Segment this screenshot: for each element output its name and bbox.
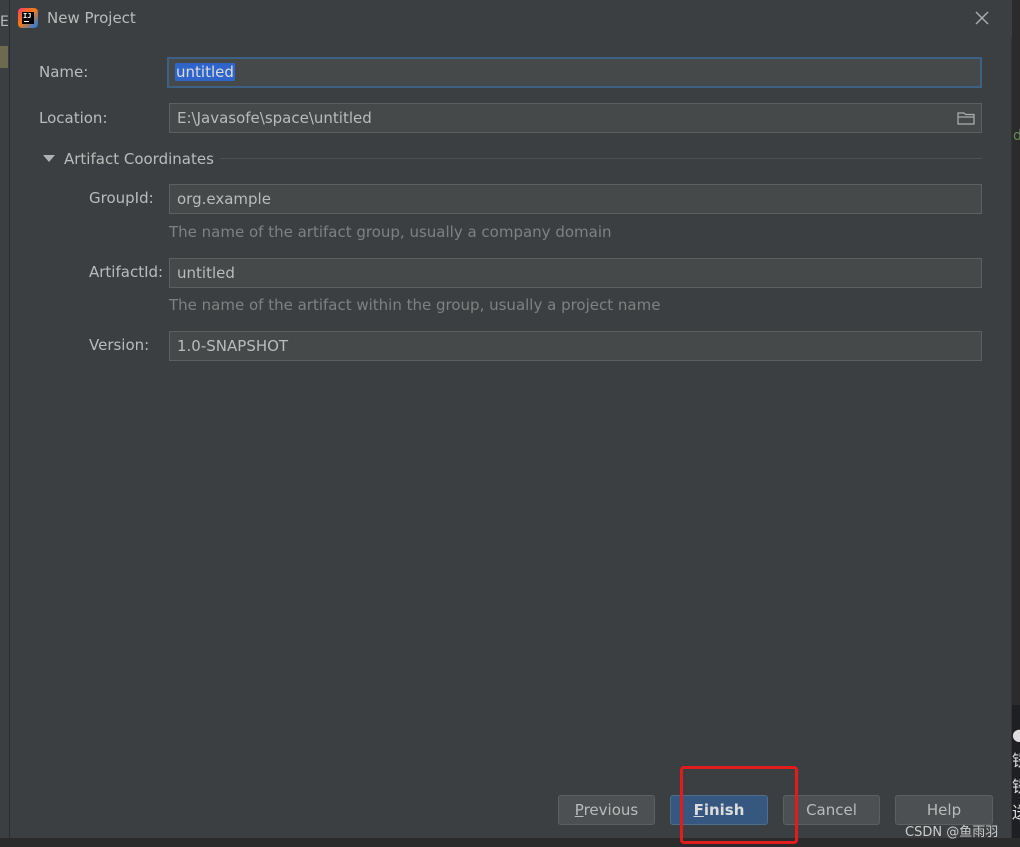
dialog-title-bar[interactable]: IJ New Project xyxy=(10,0,1012,37)
groupid-hint: The name of the artifact group, usually … xyxy=(169,223,612,241)
version-input[interactable]: 1.0-SNAPSHOT xyxy=(169,331,982,361)
version-value: 1.0-SNAPSHOT xyxy=(177,337,289,355)
groupid-value: org.example xyxy=(177,190,271,208)
new-project-dialog: IJ New Project Name: untitled Location: … xyxy=(10,0,1012,838)
artifactid-value: untitled xyxy=(177,264,235,282)
dialog-title: New Project xyxy=(47,9,136,27)
background-ide-text-fragment: ●锈锈送 xyxy=(1012,725,1020,822)
finish-button[interactable]: Finish xyxy=(670,795,768,825)
triangle-down-icon xyxy=(43,155,55,162)
background-ide-code-glyph: d xyxy=(1013,128,1020,144)
groupid-input[interactable]: org.example xyxy=(169,184,982,214)
version-label: Version: xyxy=(89,336,150,354)
csdn-watermark: CSDN @鱼雨羽 xyxy=(905,825,999,840)
background-ide-glyph: Е xyxy=(0,14,9,30)
cancel-button[interactable]: Cancel xyxy=(783,795,880,825)
artifactid-input[interactable]: untitled xyxy=(169,258,982,288)
artifactid-label: ArtifactId: xyxy=(89,263,164,281)
close-icon xyxy=(975,11,989,25)
location-label: Location: xyxy=(39,109,108,127)
section-divider xyxy=(220,158,982,159)
name-label: Name: xyxy=(39,63,89,81)
section-title: Artifact Coordinates xyxy=(64,150,214,168)
finish-mnemonic: F xyxy=(693,801,704,819)
background-ide-left-strip xyxy=(0,0,10,847)
background-ide-marker xyxy=(0,46,8,68)
intellij-idea-icon: IJ xyxy=(18,8,38,28)
artifactid-hint: The name of the artifact within the grou… xyxy=(169,296,661,314)
name-input-selected-text: untitled xyxy=(175,63,235,81)
folder-icon[interactable] xyxy=(957,111,975,125)
name-input[interactable]: untitled xyxy=(167,57,982,88)
location-input[interactable]: E:\Javasofe\space\untitled xyxy=(169,103,982,133)
location-value: E:\Javasofe\space\untitled xyxy=(177,109,372,127)
previous-label-rest: revious xyxy=(583,801,639,819)
close-button[interactable] xyxy=(970,6,994,30)
background-ide-bottom-strip xyxy=(0,838,1020,847)
previous-mnemonic: P xyxy=(574,801,584,819)
previous-button[interactable]: Previous xyxy=(558,795,655,825)
groupid-label: GroupId: xyxy=(89,189,154,207)
finish-label-rest: inish xyxy=(703,801,745,819)
